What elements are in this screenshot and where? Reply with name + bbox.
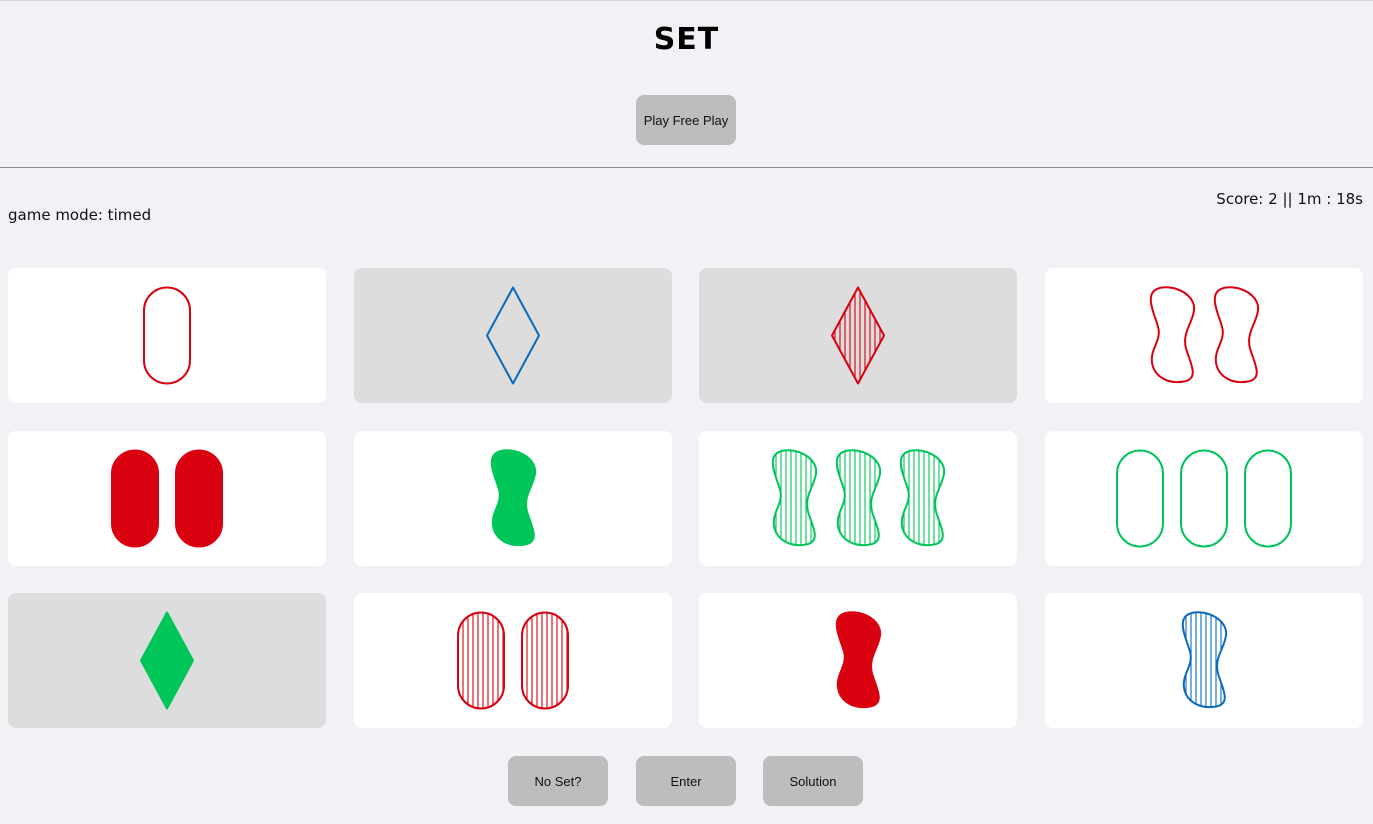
red-oval-symbol bbox=[111, 449, 159, 548]
top-border bbox=[0, 0, 1373, 1]
card-symbols bbox=[835, 611, 882, 709]
green-oval-symbol bbox=[1116, 449, 1164, 548]
set-card[interactable] bbox=[699, 268, 1017, 403]
solution-button[interactable]: Solution bbox=[763, 756, 863, 806]
score-label: Score: 2 bbox=[1216, 190, 1278, 208]
set-card[interactable] bbox=[354, 268, 672, 403]
card-symbols bbox=[1116, 449, 1292, 548]
red-oval-symbol bbox=[457, 611, 505, 710]
timer-label: 1m : 18s bbox=[1297, 190, 1363, 208]
red-oval-symbol bbox=[143, 286, 191, 385]
set-card[interactable] bbox=[354, 431, 672, 566]
set-card[interactable] bbox=[699, 431, 1017, 566]
card-symbols bbox=[1181, 611, 1228, 709]
set-card[interactable] bbox=[1045, 268, 1363, 403]
blue-squiggle-symbol bbox=[1181, 611, 1228, 709]
set-card[interactable] bbox=[1045, 593, 1363, 728]
set-card[interactable] bbox=[8, 431, 326, 566]
card-symbols bbox=[1149, 286, 1260, 384]
blue-diamond-symbol bbox=[486, 286, 540, 385]
game-mode-label: game mode: timed bbox=[8, 206, 152, 224]
green-oval-symbol bbox=[1244, 449, 1292, 548]
red-squiggle-symbol bbox=[1213, 286, 1260, 384]
enter-button[interactable]: Enter bbox=[636, 756, 736, 806]
green-squiggle-symbol bbox=[835, 449, 882, 547]
set-card[interactable] bbox=[1045, 431, 1363, 566]
set-card[interactable] bbox=[8, 593, 326, 728]
set-card[interactable] bbox=[699, 593, 1017, 728]
play-free-play-button[interactable]: Play Free Play bbox=[636, 95, 736, 145]
green-oval-symbol bbox=[1180, 449, 1228, 548]
green-squiggle-symbol bbox=[771, 449, 818, 547]
card-symbols bbox=[771, 449, 946, 547]
red-squiggle-symbol bbox=[835, 611, 882, 709]
card-symbols bbox=[140, 611, 194, 710]
card-symbols bbox=[831, 286, 885, 385]
card-symbols bbox=[457, 611, 569, 710]
card-symbols bbox=[490, 449, 537, 547]
green-squiggle-symbol bbox=[899, 449, 946, 547]
card-symbols bbox=[111, 449, 223, 548]
green-diamond-symbol bbox=[140, 611, 194, 710]
red-oval-symbol bbox=[175, 449, 223, 548]
card-symbols bbox=[143, 286, 191, 385]
red-oval-symbol bbox=[521, 611, 569, 710]
card-symbols bbox=[486, 286, 540, 385]
page-title: SET bbox=[653, 22, 720, 57]
header-divider bbox=[0, 167, 1373, 168]
score-timer: Score: 2 || 1m : 18s bbox=[1216, 190, 1363, 208]
set-card[interactable] bbox=[354, 593, 672, 728]
score-separator: || bbox=[1277, 190, 1298, 208]
red-squiggle-symbol bbox=[1149, 286, 1196, 384]
green-squiggle-symbol bbox=[490, 449, 537, 547]
no-set-button[interactable]: No Set? bbox=[508, 756, 608, 806]
set-card[interactable] bbox=[8, 268, 326, 403]
